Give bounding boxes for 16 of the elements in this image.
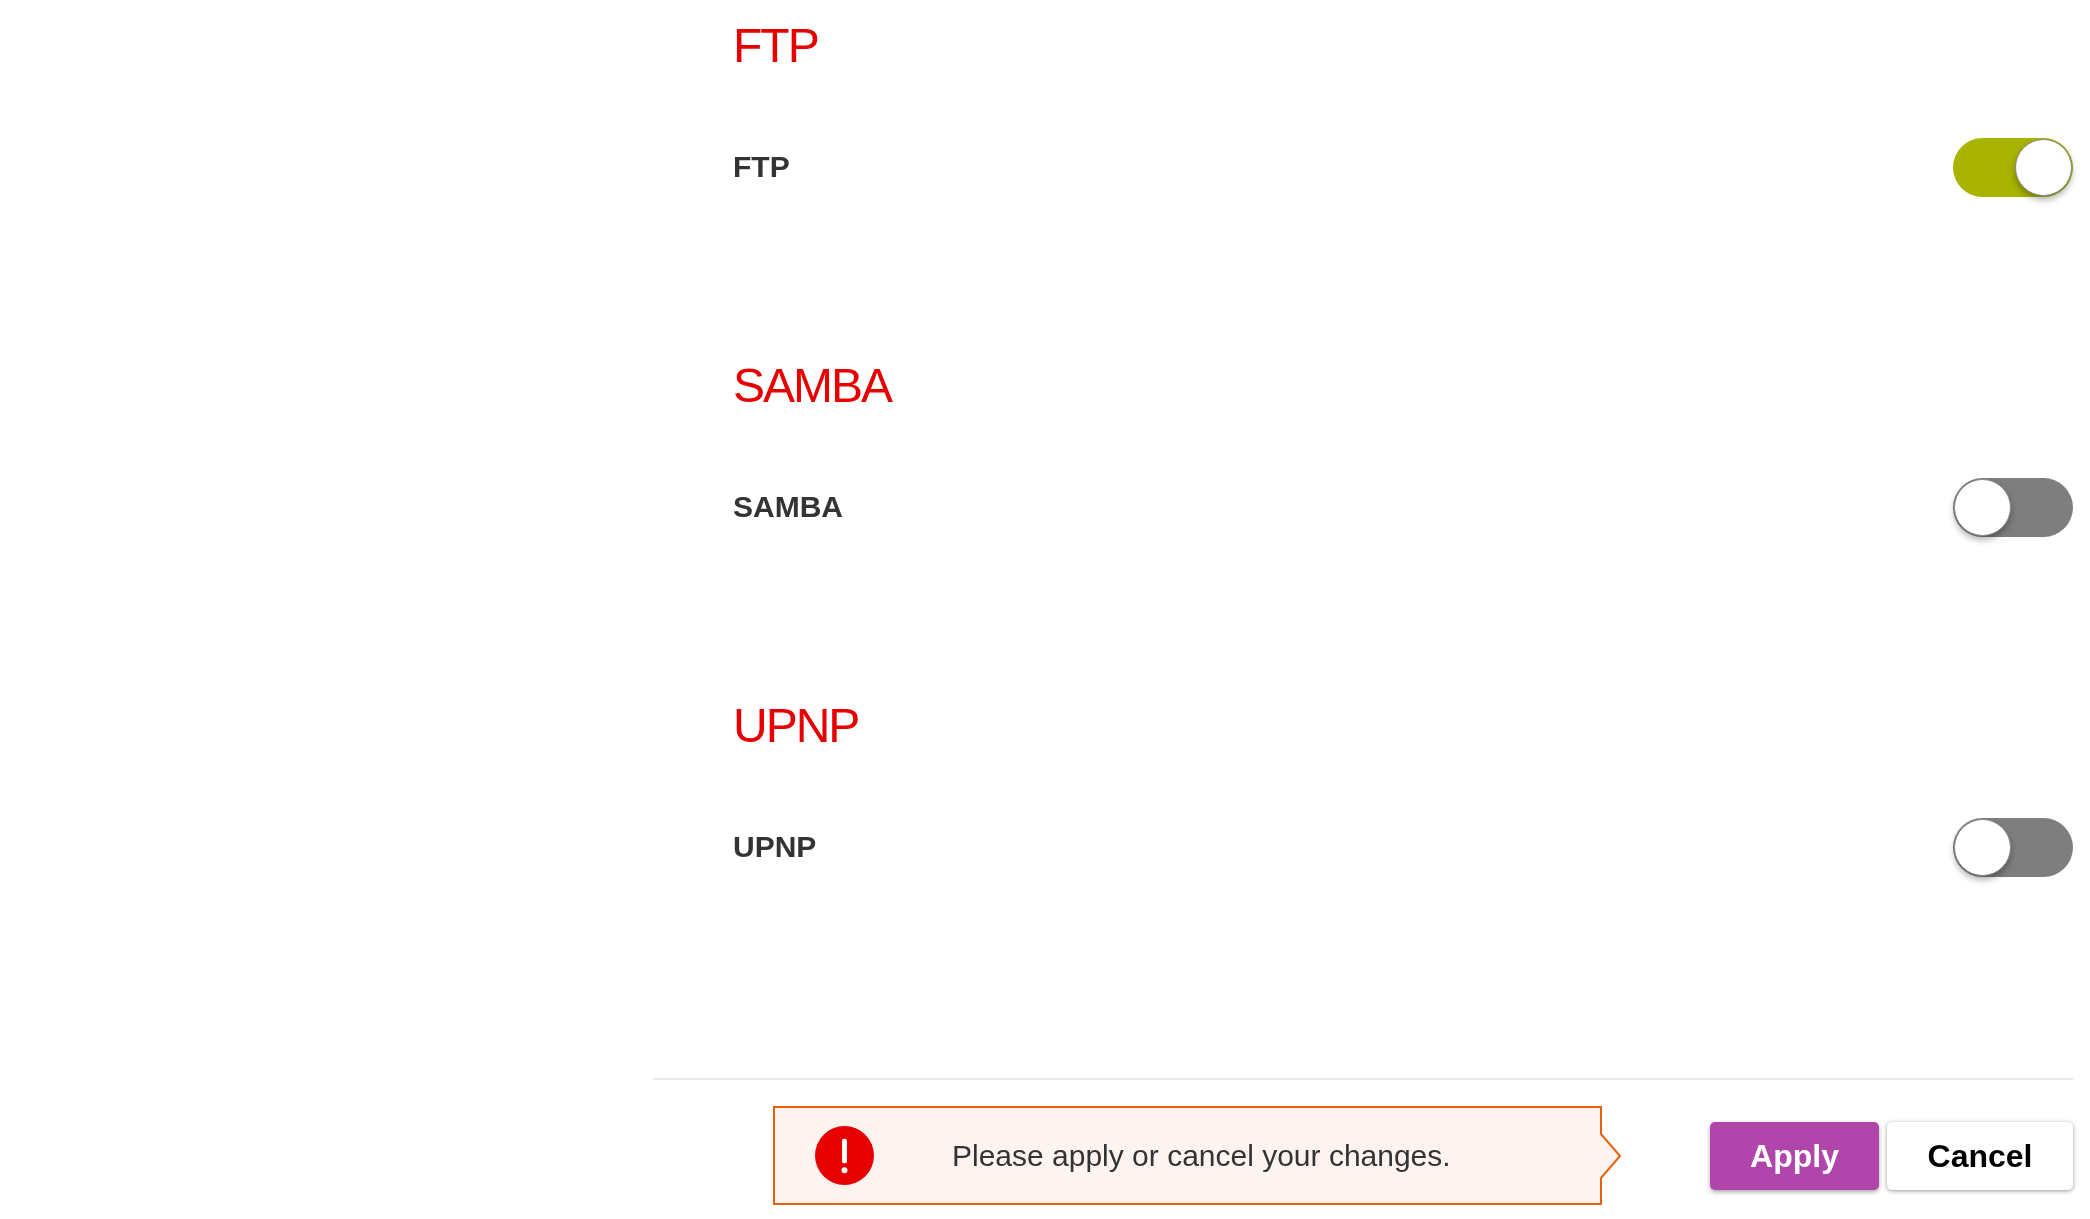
- setting-label: FTP: [733, 152, 790, 182]
- section-heading: SAMBA: [733, 362, 892, 410]
- setting-label: UPNP: [733, 832, 817, 862]
- alert-message: Please apply or cancel your changes.: [952, 1140, 1451, 1171]
- apply-button[interactable]: Apply: [1710, 1121, 1879, 1190]
- toggle-switch[interactable]: [1953, 137, 2073, 197]
- alert-icon: [815, 1126, 874, 1185]
- toggle-knob: [1954, 478, 2011, 536]
- section-heading: UPNP: [733, 702, 859, 750]
- toggle-knob: [1954, 818, 2011, 876]
- toggle-switch[interactable]: [1953, 817, 2073, 877]
- section-heading: FTP: [733, 22, 818, 70]
- toggle-knob: [2015, 138, 2072, 196]
- toggle-switch[interactable]: [1953, 477, 2073, 537]
- setting-label: SAMBA: [733, 492, 843, 522]
- cancel-button[interactable]: Cancel: [1887, 1121, 2073, 1190]
